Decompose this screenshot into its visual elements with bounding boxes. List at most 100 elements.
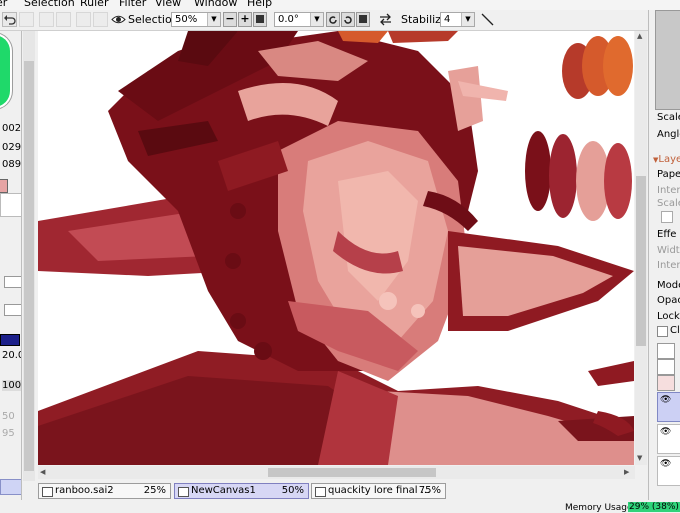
document-icon xyxy=(178,487,189,497)
scroll-down-icon[interactable]: ▼ xyxy=(637,454,642,462)
tab-zoom: 50% xyxy=(281,485,304,496)
tab-zoom: 75% xyxy=(418,485,441,496)
zoom-in-button[interactable]: + xyxy=(238,12,252,27)
stabilizer-select[interactable]: 4 ▼ xyxy=(440,12,475,27)
scroll-up-icon[interactable]: ▲ xyxy=(637,32,642,40)
rotate-right-button[interactable] xyxy=(341,12,355,27)
menu-selection[interactable]: Selection xyxy=(24,0,75,9)
intensity-label: Inter xyxy=(657,185,680,196)
transform-icon[interactable] xyxy=(93,12,108,27)
opacity-label: Opaci xyxy=(657,295,680,306)
menu-layer[interactable]: er xyxy=(0,0,7,9)
scale-label: Scale xyxy=(657,112,680,123)
vertical-scroll-thumb[interactable] xyxy=(636,176,646,346)
canvas-vertical-scrollbar[interactable]: ▲ ▼ xyxy=(635,31,647,465)
zoom-reset-button[interactable] xyxy=(253,12,267,27)
lock-label: Lock xyxy=(657,311,680,322)
status-bar: Memory Usage 29% (38%) xyxy=(0,500,680,513)
menu-filter[interactable]: Filter xyxy=(119,0,146,9)
layer-item[interactable]: 👁 xyxy=(657,424,680,454)
color-value-2: 029 xyxy=(2,142,22,153)
stabilizer-value: 4 xyxy=(444,14,451,25)
min-density-value: 95 xyxy=(2,428,15,439)
document-icon xyxy=(315,487,326,497)
tab-zoom: 25% xyxy=(143,485,166,496)
eye-icon[interactable]: 👁 xyxy=(660,427,671,437)
layer-section-label: ▼Laye xyxy=(653,154,680,165)
tab-name: quackity lore final ... xyxy=(328,485,431,496)
color-value-3: 089 xyxy=(2,159,22,170)
zoom-select[interactable]: 50% ▼ xyxy=(171,12,221,27)
rotate-reset-button[interactable] xyxy=(356,12,370,27)
redo-icon[interactable] xyxy=(19,12,34,27)
new-layer-icon[interactable] xyxy=(657,343,675,359)
zoom-out-button[interactable]: − xyxy=(223,12,237,27)
memory-usage-value: 29% (38%) xyxy=(628,502,680,512)
brush-slot[interactable] xyxy=(0,479,21,495)
min-size-value: 50 xyxy=(2,411,15,422)
intensity-2-label: Inter xyxy=(657,260,680,271)
zoom-value: 50% xyxy=(175,14,198,25)
horizontal-scroll-thumb[interactable] xyxy=(268,468,436,477)
paper-label: Pape xyxy=(657,169,680,180)
primary-color-swatch[interactable] xyxy=(0,179,8,193)
document-tabs: ranboo.sai2 25% NewCanvas1 50% quackity … xyxy=(38,481,680,500)
angle-label: Angle xyxy=(657,129,680,140)
undo-icon[interactable] xyxy=(2,12,17,27)
rotate-left-button[interactable] xyxy=(326,12,340,27)
menu-ruler[interactable]: Ruler xyxy=(80,0,108,9)
document-icon xyxy=(42,487,53,497)
clipping-checkbox[interactable] xyxy=(657,326,668,337)
tab-ranboo[interactable]: ranboo.sai2 25% xyxy=(38,483,171,499)
layer-item[interactable]: 👁 xyxy=(657,456,680,486)
navigator-preview[interactable] xyxy=(655,10,680,110)
tab-name: NewCanvas1 xyxy=(191,485,256,496)
rotation-select[interactable]: 0.0° ▼ xyxy=(274,12,324,27)
new-folder-icon[interactable] xyxy=(657,359,675,375)
brush-preview xyxy=(4,276,21,288)
color-value-1: 002 xyxy=(2,123,22,134)
canvas-horizontal-scrollbar[interactable]: ◀ ▶ xyxy=(38,466,635,479)
select-all-icon[interactable] xyxy=(76,12,91,27)
mode-label: Mode xyxy=(657,280,680,291)
left-panel: 002 029 089 20.0 100 50 95 xyxy=(0,31,22,512)
chevron-down-icon: ▼ xyxy=(310,13,323,26)
canvas-artwork xyxy=(38,31,634,465)
effect-label: Effe xyxy=(657,229,677,240)
left-panel-scrollbar[interactable] xyxy=(23,31,35,481)
tab-newcanvas1[interactable]: NewCanvas1 50% xyxy=(174,483,309,499)
line-tool-icon[interactable] xyxy=(480,12,495,27)
menu-view[interactable]: View xyxy=(155,0,181,9)
right-panel: Scale Angle ▼Laye Pape Inter Scale Effe … xyxy=(648,10,680,500)
color-wheel[interactable] xyxy=(0,33,12,109)
brush-density-value: 100 xyxy=(2,380,22,391)
clipping-label: Clip xyxy=(670,325,680,336)
invert-selection-icon[interactable] xyxy=(56,12,71,27)
checkbox[interactable] xyxy=(661,211,673,223)
rotation-value: 0.0° xyxy=(278,14,299,25)
tab-name: ranboo.sai2 xyxy=(55,485,114,496)
tab-quackity[interactable]: quackity lore final ... 75% xyxy=(311,483,446,499)
toolbar: Selection 50% ▼ − + 0.0° ▼ Stabilizer 4 … xyxy=(0,10,680,31)
eye-icon[interactable]: 👁 xyxy=(660,395,671,405)
deselect-icon[interactable] xyxy=(39,12,54,27)
scroll-left-icon[interactable]: ◀ xyxy=(40,468,45,476)
scale-2-label: Scale xyxy=(657,198,680,209)
chevron-down-icon: ▼ xyxy=(207,13,220,26)
layer-item-selected[interactable]: 👁 xyxy=(657,392,680,422)
menu-bar: er Selection Ruler Filter View Window He… xyxy=(0,0,680,10)
menu-help[interactable]: Help xyxy=(247,0,272,9)
color-preview xyxy=(0,193,21,217)
main-color-swatch[interactable] xyxy=(0,334,20,346)
eye-icon[interactable]: 👁 xyxy=(660,459,671,469)
menu-window[interactable]: Window xyxy=(194,0,237,9)
chevron-down-icon: ▼ xyxy=(461,13,474,26)
drawing-canvas[interactable] xyxy=(38,31,634,465)
delete-layer-icon[interactable] xyxy=(657,375,675,391)
eye-icon[interactable] xyxy=(111,12,126,27)
scrollbar-thumb[interactable] xyxy=(24,61,34,471)
scroll-right-icon[interactable]: ▶ xyxy=(624,468,629,476)
flip-horizontal-icon[interactable] xyxy=(378,12,393,27)
brush-preview-2 xyxy=(4,304,21,316)
brush-size-value: 20.0 xyxy=(2,350,21,361)
